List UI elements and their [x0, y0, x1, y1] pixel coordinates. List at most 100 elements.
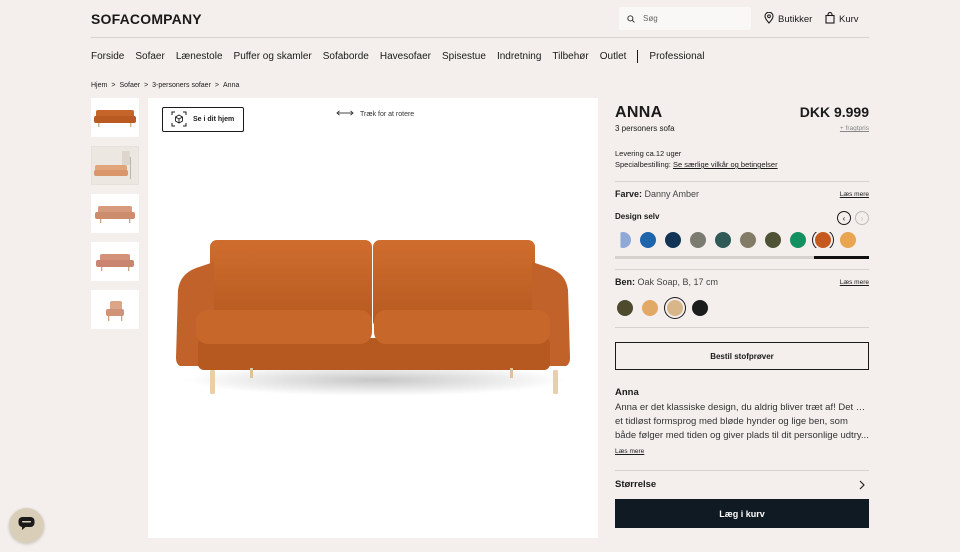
- size-row[interactable]: Størrelse: [615, 471, 869, 497]
- design-yourself-label: Design selv: [615, 212, 660, 221]
- color-read-more-link[interactable]: Læs mere: [840, 191, 869, 198]
- fabric-color-swatch[interactable]: [815, 232, 831, 248]
- leg-color-swatch[interactable]: [617, 300, 633, 316]
- nav-item-forside[interactable]: Forside: [91, 51, 124, 62]
- breadcrumb: Hjem > Sofaer > 3-personers sofaer > Ann…: [91, 82, 239, 89]
- nav-item-spisestue[interactable]: Spisestue: [442, 51, 486, 62]
- nav-item-havesofaer[interactable]: Havesofaer: [380, 51, 431, 62]
- nav-divider: [637, 50, 639, 63]
- description-line: et tidløst formsprog med bløde hynder og…: [615, 416, 848, 427]
- fabric-color-swatch[interactable]: [615, 232, 631, 248]
- nav-item-puffer[interactable]: Puffer og skamler: [234, 51, 312, 62]
- add-to-cart-button[interactable]: Læg i kurv: [615, 499, 869, 528]
- scrollbar-thumb[interactable]: [814, 256, 869, 259]
- ar-view-button[interactable]: Se i dit hjem: [162, 107, 244, 132]
- logo[interactable]: SOFACOMPANY: [91, 11, 202, 27]
- product-image-viewer[interactable]: Se i dit hjem Træk for at rotere: [148, 98, 598, 538]
- ar-button-label: Se i dit hjem: [193, 116, 235, 123]
- leg-color-swatch[interactable]: [642, 300, 658, 316]
- stores-label: Butikker: [778, 14, 813, 25]
- delivery-info: Levering ca.12 uger Specialbestilling: S…: [615, 148, 869, 170]
- breadcrumb-separator: >: [111, 82, 116, 89]
- breadcrumb-separator: >: [214, 82, 220, 89]
- sofa-image: [176, 240, 570, 396]
- color-value: Danny Amber: [644, 189, 700, 199]
- nav-item-laenestole[interactable]: Lænestole: [176, 51, 223, 62]
- swatch-next-button[interactable]: ›: [855, 211, 869, 225]
- description-title: Anna: [615, 387, 639, 398]
- fabric-color-swatch[interactable]: [640, 232, 656, 248]
- nav-item-professional[interactable]: Professional: [649, 51, 704, 62]
- product-panel: ANNA DKK 9.999 3 personers sofa + fragtp…: [615, 104, 869, 528]
- legs-row: Ben: Oak Soap, B, 17 cm: [615, 277, 869, 287]
- chat-button[interactable]: [9, 508, 44, 543]
- breadcrumb-separator: >: [144, 82, 149, 89]
- fabric-swatch-list: [615, 232, 869, 248]
- divider: [615, 181, 869, 182]
- breadcrumb-sofaer[interactable]: Sofaer: [119, 82, 140, 89]
- nav-item-indretning[interactable]: Indretning: [497, 51, 541, 62]
- fabric-color-swatch[interactable]: [690, 232, 706, 248]
- fabric-color-swatch[interactable]: [765, 232, 781, 248]
- fabric-color-swatch[interactable]: [665, 232, 681, 248]
- nav-item-sofaborde[interactable]: Sofaborde: [323, 51, 369, 62]
- legs-label: Ben:: [615, 277, 635, 287]
- divider: [615, 269, 869, 270]
- description-line: Anna er det klassiske design, du aldrig …: [615, 402, 869, 413]
- fabric-color-swatch[interactable]: [740, 232, 756, 248]
- shopping-bag-icon: [825, 11, 835, 27]
- special-order-label: Specialbestilling:: [615, 160, 671, 169]
- legs-value: Oak Soap, B, 17 cm: [637, 277, 719, 287]
- rotate-hint-label: Træk for at rotere: [360, 110, 415, 118]
- breadcrumb-home[interactable]: Hjem: [91, 82, 107, 89]
- chevron-right-icon: ›: [860, 213, 864, 223]
- color-label: Farve:: [615, 189, 643, 199]
- fabric-color-swatch[interactable]: [790, 232, 806, 248]
- search-icon: [627, 10, 635, 28]
- rotate-arrows-icon: [336, 110, 354, 118]
- thumbnail-side[interactable]: [91, 242, 139, 281]
- nav-item-outlet[interactable]: Outlet: [600, 51, 627, 62]
- thumbnail-list: [91, 98, 139, 338]
- search-input[interactable]: [643, 14, 743, 23]
- delivery-time: Levering ca.12 uger: [615, 149, 682, 158]
- fabric-color-swatch[interactable]: [840, 232, 856, 248]
- cart-link[interactable]: Kurv: [825, 11, 859, 27]
- thumbnail-detail[interactable]: [91, 290, 139, 329]
- nav-item-sofaer[interactable]: Sofaer: [135, 51, 164, 62]
- freight-link[interactable]: + fragtpris: [840, 125, 869, 132]
- legs-read-more-link[interactable]: Læs mere: [840, 279, 869, 286]
- leg-color-swatch[interactable]: [692, 300, 708, 316]
- thumbnail-room[interactable]: [91, 146, 139, 185]
- swatch-scrollbar[interactable]: [615, 256, 869, 259]
- size-label: Størrelse: [615, 478, 657, 490]
- product-subtitle: 3 personers sofa: [615, 124, 675, 133]
- stores-link[interactable]: Butikker: [764, 11, 813, 27]
- rotate-hint: Træk for at rotere: [336, 110, 414, 118]
- special-terms-link[interactable]: Se særlige vilkår og betingelser: [673, 160, 778, 169]
- chevron-left-icon: ‹: [842, 213, 846, 223]
- chevron-right-icon: [859, 477, 865, 495]
- color-row: Farve: Danny Amber: [615, 189, 869, 199]
- main-nav: Forside Sofaer Lænestole Puffer og skaml…: [91, 50, 715, 63]
- description-read-more-link[interactable]: Læs mere: [615, 448, 869, 455]
- cart-label: Kurv: [839, 14, 859, 25]
- breadcrumb-current: Anna: [223, 82, 240, 89]
- breadcrumb-3-personers[interactable]: 3-personers sofaer: [152, 82, 211, 89]
- divider: [615, 327, 869, 328]
- thumbnail-front[interactable]: [91, 98, 139, 137]
- swatch-prev-button[interactable]: ‹: [837, 211, 851, 225]
- product-price: DKK 9.999: [799, 104, 869, 120]
- leg-swatch-list: [615, 300, 869, 316]
- site-header: SOFACOMPANY Butikker Kurv: [91, 0, 869, 38]
- description-line: både følger med tiden og giver plads til…: [615, 430, 869, 441]
- leg-color-swatch[interactable]: [667, 300, 683, 316]
- chat-bubble-icon: [18, 516, 35, 536]
- location-pin-icon: [764, 11, 774, 27]
- ar-cube-icon: [171, 111, 187, 129]
- thumbnail-angle[interactable]: [91, 194, 139, 233]
- order-samples-button[interactable]: Bestil stofprøver: [615, 342, 869, 370]
- search-box[interactable]: [619, 7, 751, 30]
- nav-item-tilbehor[interactable]: Tilbehør: [552, 51, 588, 62]
- fabric-color-swatch[interactable]: [715, 232, 731, 248]
